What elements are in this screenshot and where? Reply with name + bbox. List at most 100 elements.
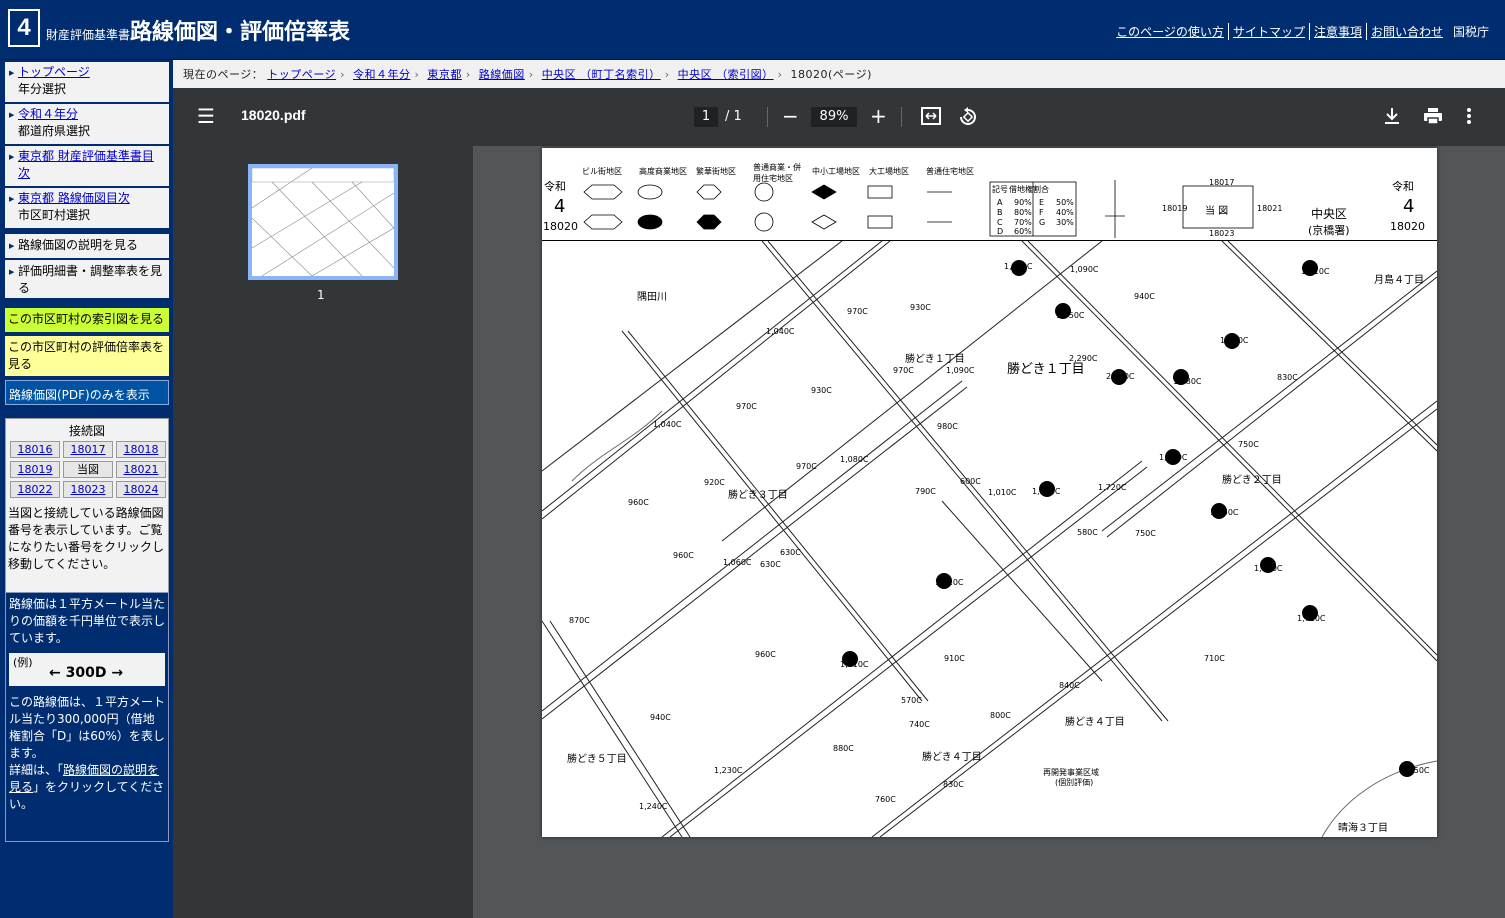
example-box: (例) ← 300D →: [9, 653, 165, 686]
crumb-current: 18020(ページ): [790, 68, 872, 81]
page-number-input[interactable]: 1: [694, 107, 718, 127]
rotate-icon[interactable]: [958, 107, 978, 130]
menu-icon[interactable]: ☰: [197, 106, 215, 126]
crumb-map[interactable]: 路線価図: [479, 68, 525, 81]
fit-page-icon[interactable]: [921, 107, 941, 128]
price-label: 1,080C: [840, 455, 869, 464]
connect-cell[interactable]: 18021: [116, 461, 166, 478]
connect-link[interactable]: 18017: [71, 443, 106, 456]
price-label: 930C: [811, 386, 832, 395]
triangle-icon: ▶: [9, 242, 15, 250]
pdf-toolbar: ☰ 18020.pdf 1 / 1 − 89% +: [173, 88, 1505, 146]
connect-cell[interactable]: 18018: [116, 441, 166, 458]
price-label: 1,850C: [1210, 508, 1239, 517]
price-label: 740C: [909, 720, 930, 729]
price-label: 840C: [1059, 681, 1080, 690]
nav-top-sub: 年分選択: [18, 82, 67, 96]
connect-description: 当図と接続している路線価図番号を表示しています。ご覧になりたい番号をクリックし移…: [8, 506, 165, 571]
price-label: 940C: [650, 713, 671, 722]
breadcrumb: 現在のページ： トップページ › 令和４年分 › 東京都 › 路線価図 › 中央区 （町…: [173, 60, 1505, 88]
sitemap-link[interactable]: サイトマップ: [1229, 23, 1310, 40]
site-title: 路線価図・評価倍率表: [130, 20, 351, 45]
price-label: 1,090C: [946, 366, 975, 375]
crumb-ward-name[interactable]: 中央区 （町丁名索引）: [542, 68, 661, 81]
connect-cell[interactable]: 18017: [63, 441, 113, 458]
ratio-cell: 70%: [1014, 218, 1032, 227]
crumb-top[interactable]: トップページ: [267, 68, 336, 81]
connect-cell[interactable]: 18023: [63, 481, 113, 498]
price-label: 630C: [760, 560, 781, 569]
connect-cell[interactable]: 18019: [10, 461, 60, 478]
crumb-year[interactable]: 令和４年分: [353, 68, 411, 81]
crumb-ward-index[interactable]: 中央区 （索引図）: [678, 68, 774, 81]
price-label: 1,990C: [1032, 487, 1061, 496]
connect-link[interactable]: 18021: [124, 463, 159, 476]
thumbnail-page-number: 1: [317, 288, 325, 302]
connect-cell[interactable]: 18022: [10, 481, 60, 498]
print-icon[interactable]: [1423, 107, 1443, 128]
help-link[interactable]: このページの使い方: [1112, 23, 1229, 40]
crumb-pref[interactable]: 東京都: [427, 68, 462, 81]
area-label: 勝どき３丁目: [728, 490, 788, 501]
ratio-cell: A: [997, 198, 1003, 207]
page-thumbnail[interactable]: [248, 164, 398, 280]
crumb-separator: ›: [465, 68, 471, 81]
triangle-icon: ▶: [9, 69, 15, 77]
nav-top-link[interactable]: トップページ: [18, 65, 90, 79]
detail-button[interactable]: ▶ 評価明細書・調整率表を見る: [5, 260, 169, 298]
notice-link[interactable]: 注意事項: [1310, 23, 1367, 40]
connect-link[interactable]: 18023: [71, 483, 106, 496]
connect-current: 当図: [63, 461, 113, 478]
price-label: 1,230C: [714, 766, 743, 775]
connect-cell[interactable]: 18016: [10, 441, 60, 458]
detail-label: 評価明細書・調整率表を見る: [18, 264, 163, 295]
index-map-button[interactable]: この市区町村の索引図を見る: [5, 308, 169, 332]
nav-year-sub: 都道府県選択: [18, 124, 91, 138]
price-label: 930C: [910, 303, 931, 312]
nav-city-link[interactable]: 東京都 路線価図目次: [18, 191, 130, 205]
year-label-right: 4: [1403, 196, 1415, 217]
neighbor-left: 18019: [1162, 204, 1188, 213]
logo-icon[interactable]: 4: [8, 9, 40, 47]
connect-link[interactable]: 18018: [124, 443, 159, 456]
connect-cell[interactable]: 18024: [116, 481, 166, 498]
price-label: 1,040C: [766, 327, 795, 336]
more-options-icon[interactable]: [1466, 107, 1472, 128]
nav-year-link[interactable]: 令和４年分: [18, 107, 78, 121]
price-label: 870C: [569, 616, 590, 625]
price-label: 1,750C: [1056, 311, 1085, 320]
breadcrumb-label: 現在のページ：: [183, 68, 264, 81]
price-label: 2,290C: [1069, 354, 1098, 363]
pdf-only-button[interactable]: 路線価図(PDF)のみを表示: [5, 380, 169, 405]
ratio-cell: 30%: [1056, 218, 1074, 227]
price-label: 970C: [796, 462, 817, 471]
header-links: このページの使い方 サイトマップ 注意事項 お問い合わせ 国税庁: [1112, 23, 1489, 40]
download-icon[interactable]: [1383, 107, 1401, 128]
zoom-input[interactable]: 89%: [811, 107, 857, 127]
connect-link[interactable]: 18019: [18, 463, 53, 476]
ratio-cell: F: [1039, 208, 1044, 217]
agency-label[interactable]: 国税庁: [1447, 23, 1489, 40]
ratio-cell: B: [997, 208, 1003, 217]
contact-link[interactable]: お問い合わせ: [1367, 23, 1447, 40]
price-label: 960C: [628, 498, 649, 507]
price-label: 1,620C: [935, 578, 964, 587]
price-label: 570C: [901, 696, 922, 705]
price-label: 710C: [1204, 654, 1225, 663]
zoom-in-icon[interactable]: +: [870, 106, 887, 126]
ratio-cell: 50%: [1056, 198, 1074, 207]
connect-link[interactable]: 18016: [18, 443, 53, 456]
price-label: 580C: [1077, 528, 1098, 537]
zoom-out-icon[interactable]: −: [782, 106, 799, 126]
area-label: 勝どき４丁目: [922, 752, 982, 763]
info-prefix: 詳細は、「: [9, 763, 64, 777]
nav-pref-link[interactable]: 東京都 財産評価基準書目次: [18, 149, 154, 180]
connect-link[interactable]: 18024: [124, 483, 159, 496]
price-label: 600C: [960, 477, 981, 486]
multiplier-button[interactable]: この市区町村の評価倍率表を見る: [5, 336, 169, 376]
price-label: 630C: [780, 548, 801, 557]
river-label: 隅田川: [637, 292, 667, 303]
explain-button[interactable]: ▶ 路線価図の説明を見る: [5, 234, 169, 258]
connect-link[interactable]: 18022: [18, 483, 53, 496]
price-label: 1,720C: [1098, 483, 1127, 492]
